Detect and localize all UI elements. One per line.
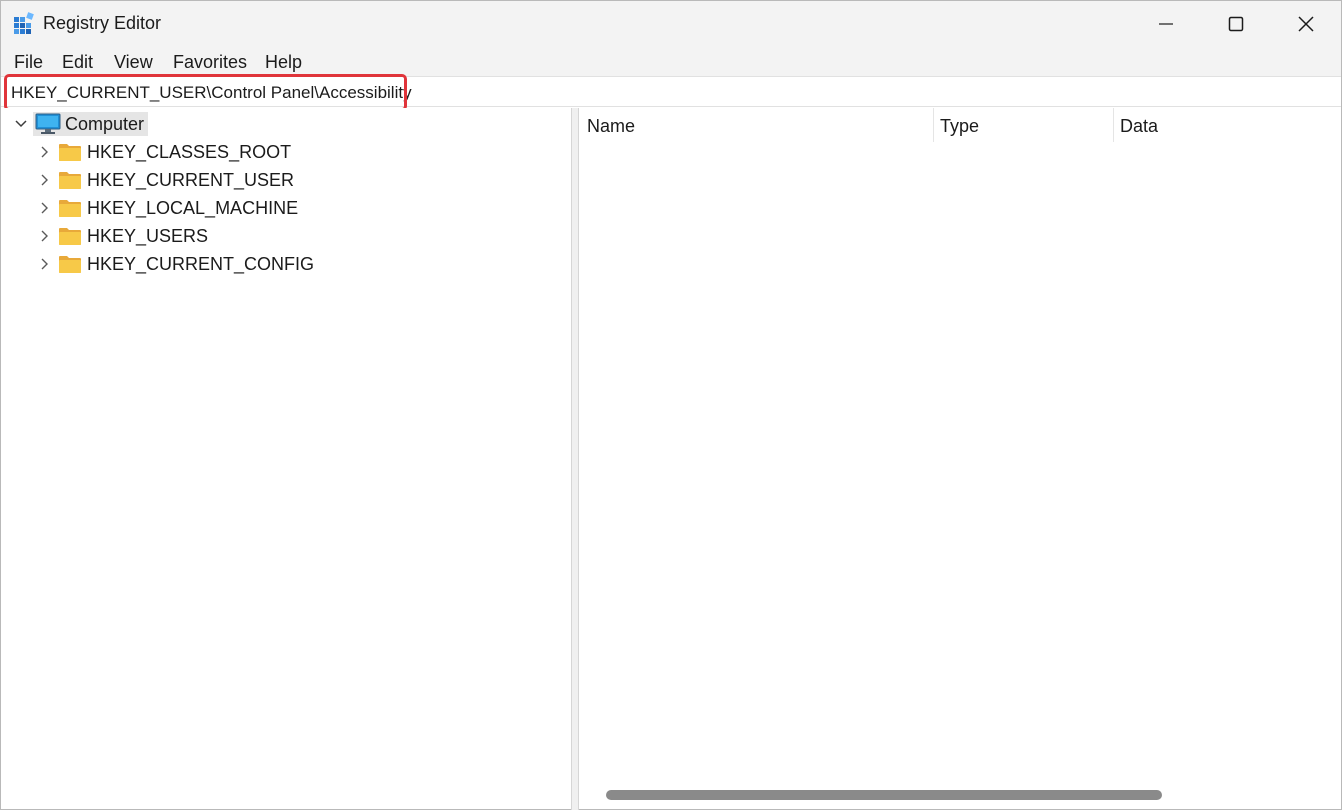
tree-node-label: HKEY_LOCAL_MACHINE: [87, 197, 299, 218]
horizontal-scrollbar[interactable]: [579, 783, 1341, 807]
registry-editor-window: Registry Editor File Edit View Favorites…: [0, 0, 1342, 810]
registry-editor-icon: [14, 12, 34, 34]
tree-node-computer[interactable]: Computer: [13, 111, 149, 137]
key-tree-pane[interactable]: Computer HKEY_CLASSES_ROOT HKEY_CURRENT_…: [3, 108, 571, 808]
window-title: Registry Editor: [43, 13, 162, 33]
chevron-right-icon[interactable]: [36, 200, 52, 216]
column-header-label: Name: [587, 116, 636, 136]
tree-node-hkey-classes-root[interactable]: HKEY_CLASSES_ROOT: [36, 139, 291, 165]
menu-file[interactable]: File: [14, 52, 43, 73]
tree-node-label: HKEY_CLASSES_ROOT: [87, 141, 292, 162]
maximize-button[interactable]: [1201, 1, 1271, 46]
tree-node-hkey-current-user[interactable]: HKEY_CURRENT_USER: [36, 167, 294, 193]
close-button[interactable]: [1271, 1, 1341, 46]
folder-icon: [59, 228, 81, 245]
chevron-right-icon[interactable]: [36, 144, 52, 160]
address-bar[interactable]: HKEY_CURRENT_USER\Control Panel\Accessib…: [1, 76, 1341, 107]
folder-icon: [59, 144, 81, 161]
maximize-icon: [1228, 16, 1244, 31]
minimize-icon: [1159, 22, 1173, 25]
chevron-right-icon[interactable]: [36, 256, 52, 272]
menu-favorites[interactable]: Favorites: [173, 52, 247, 73]
column-header-type[interactable]: Type: [933, 108, 1113, 142]
tree-node-label: Computer: [65, 113, 145, 134]
tree-node-label: HKEY_USERS: [87, 225, 209, 246]
chevron-right-icon[interactable]: [36, 172, 52, 188]
menu-view[interactable]: View: [114, 52, 153, 73]
pane-splitter[interactable]: [571, 108, 579, 810]
folder-icon: [59, 172, 81, 189]
folder-icon: [59, 256, 81, 273]
tree-node-hkey-current-config[interactable]: HKEY_CURRENT_CONFIG: [36, 251, 314, 277]
menu-edit[interactable]: Edit: [62, 52, 93, 73]
tree-node-hkey-local-machine[interactable]: HKEY_LOCAL_MACHINE: [36, 195, 298, 221]
column-header-data[interactable]: Data: [1113, 108, 1341, 142]
folder-icon: [59, 200, 81, 217]
menu-bar: File Edit View Favorites Help: [1, 46, 1341, 76]
chevron-down-icon[interactable]: [13, 116, 29, 132]
column-header-label: Type: [940, 116, 980, 136]
tree-node-label: HKEY_CURRENT_CONFIG: [87, 253, 315, 274]
menu-help[interactable]: Help: [265, 52, 302, 73]
close-icon: [1298, 15, 1314, 32]
minimize-button[interactable]: [1131, 1, 1201, 46]
column-header-label: Data: [1120, 116, 1159, 136]
tree-node-label: HKEY_CURRENT_USER: [87, 169, 295, 190]
chevron-right-icon[interactable]: [36, 228, 52, 244]
title-bar[interactable]: Registry Editor: [1, 1, 1341, 46]
computer-icon: [35, 113, 61, 134]
tree-node-computer-selection: Computer: [33, 112, 149, 136]
address-path-input[interactable]: HKEY_CURRENT_USER\Control Panel\Accessib…: [11, 83, 412, 103]
values-list-pane[interactable]: Name Type Data: [579, 108, 1341, 808]
horizontal-scrollbar-thumb[interactable]: [606, 790, 1162, 800]
column-header-name[interactable]: Name: [587, 108, 933, 142]
tree-node-hkey-users[interactable]: HKEY_USERS: [36, 223, 208, 249]
